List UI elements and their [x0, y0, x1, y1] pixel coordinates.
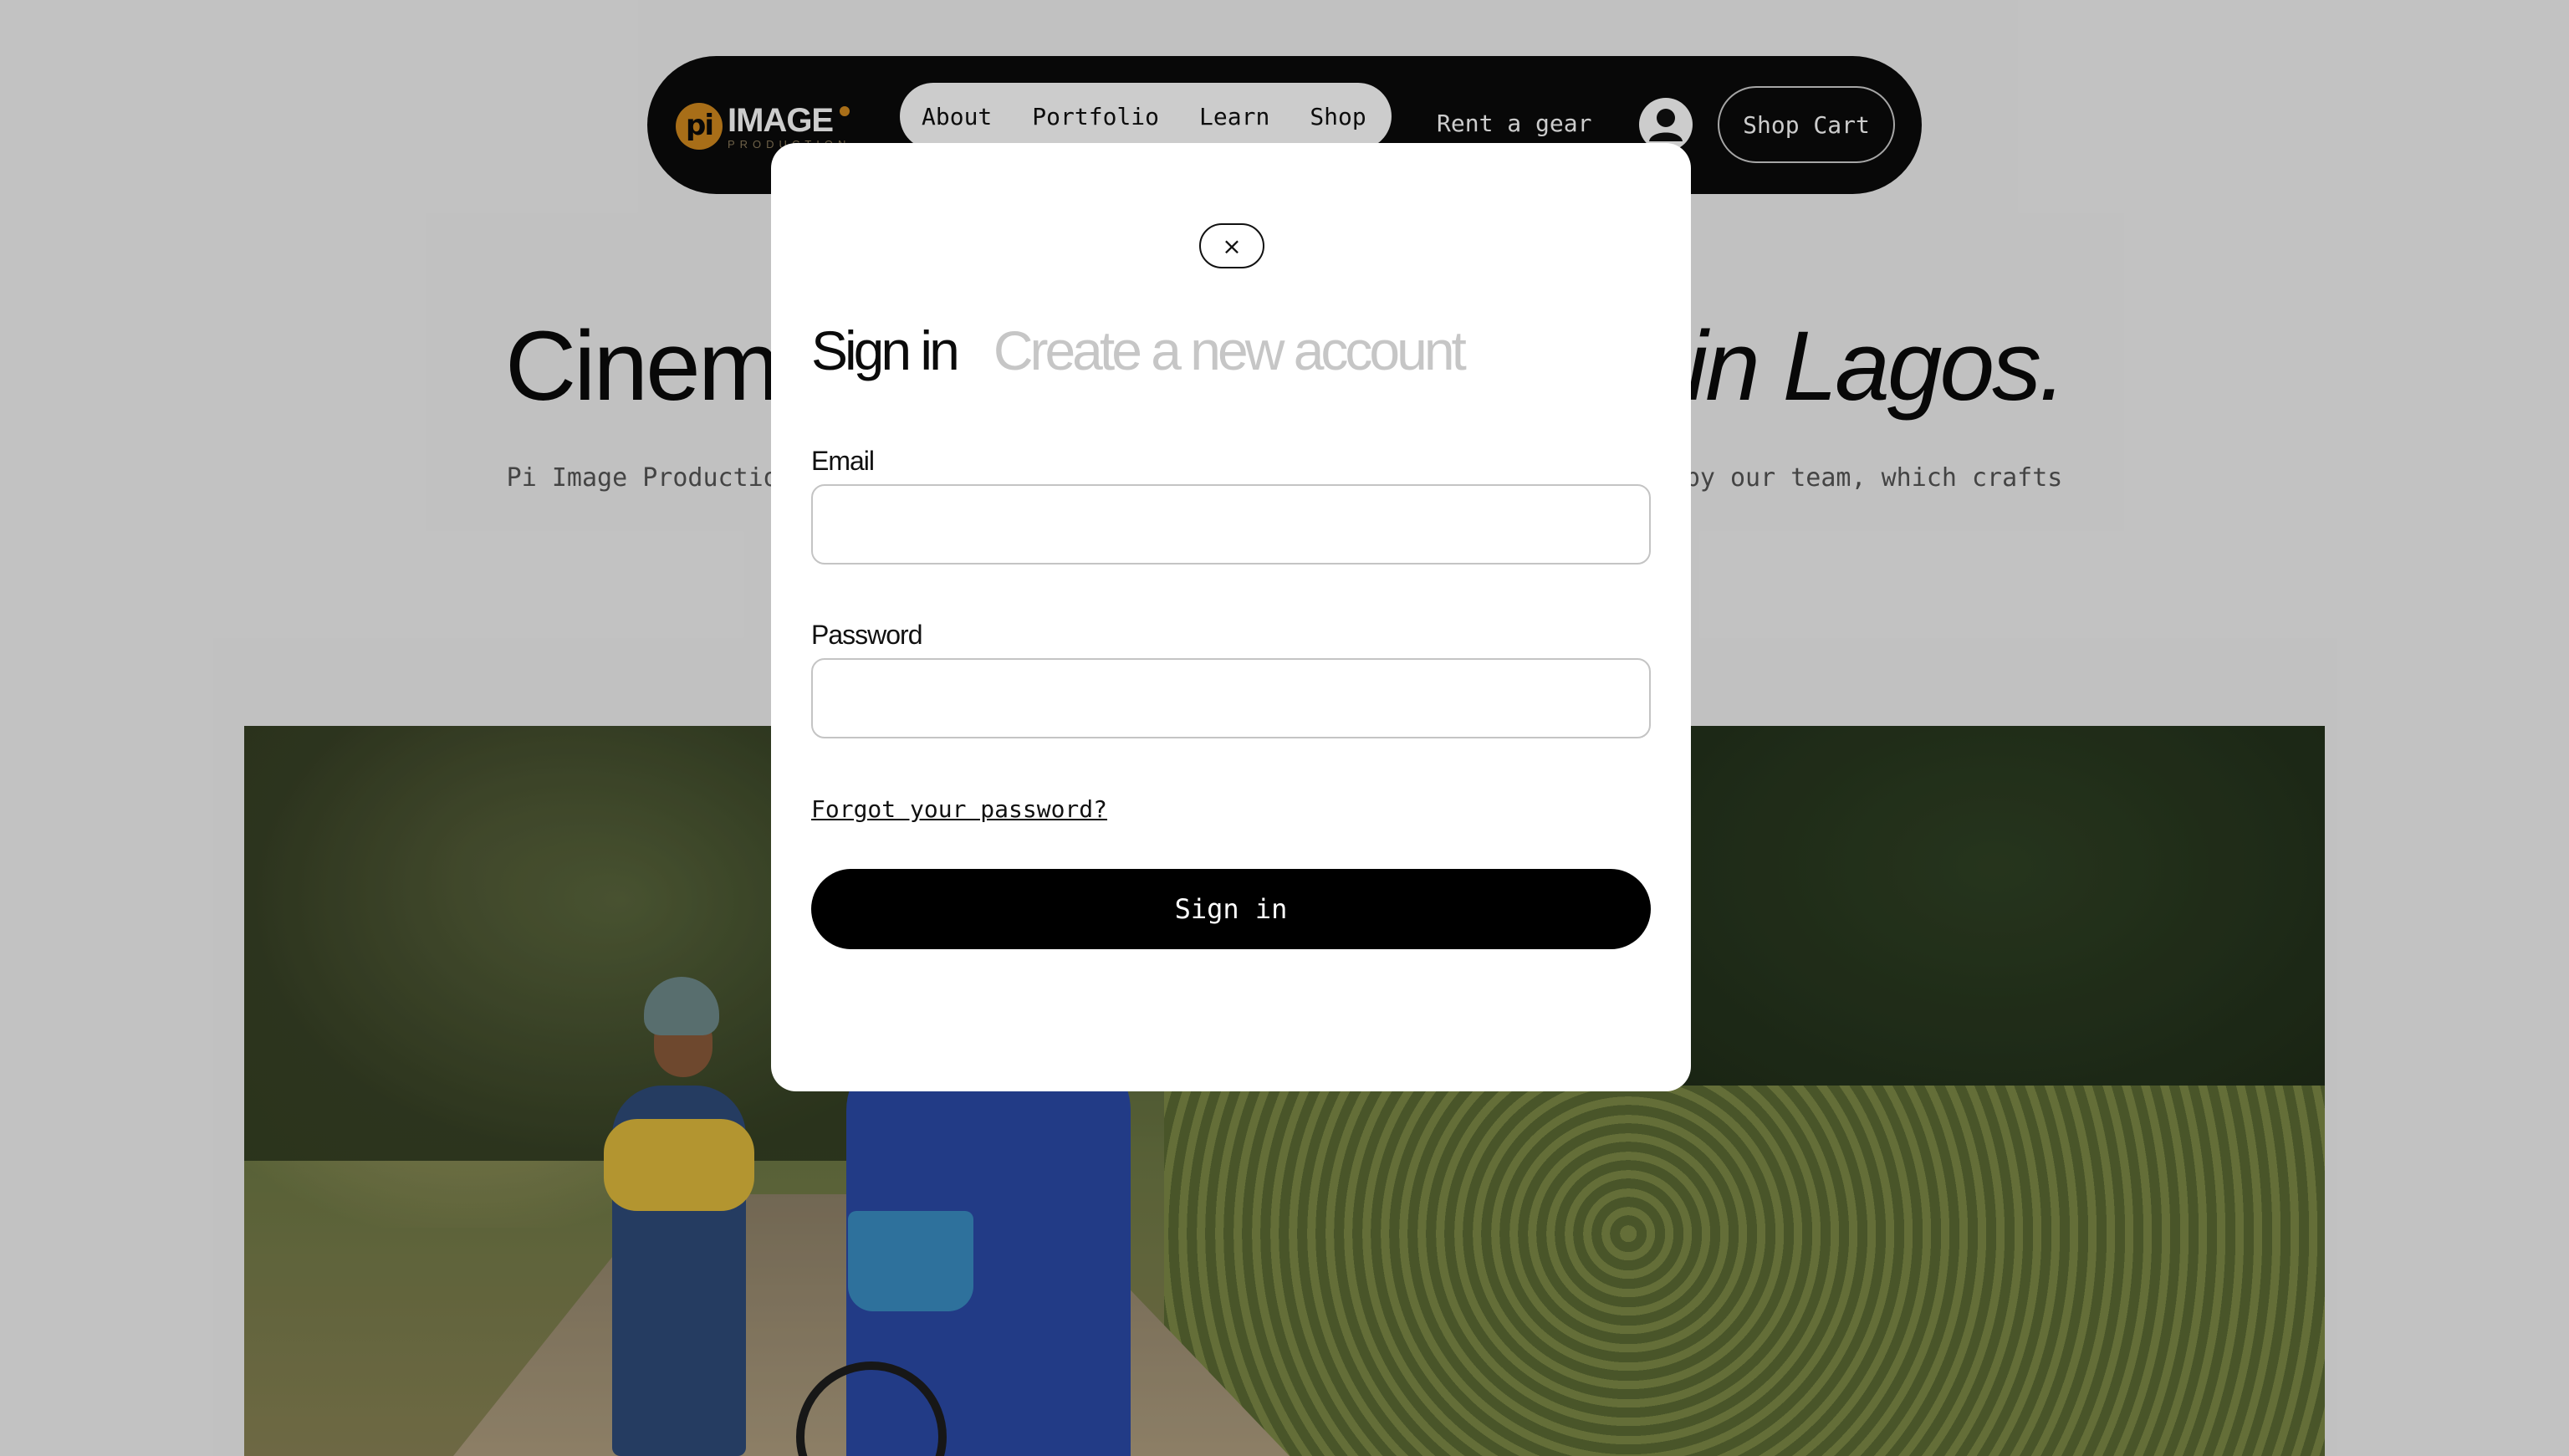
auth-tabs: Sign in Create a new account	[811, 319, 1500, 382]
close-icon: ×	[1222, 232, 1242, 260]
email-field[interactable]	[811, 484, 1651, 565]
tab-sign-in[interactable]: Sign in	[811, 319, 960, 382]
forgot-password-link[interactable]: Forgot your password?	[811, 795, 1107, 823]
close-button[interactable]: ×	[1199, 223, 1264, 268]
password-label: Password	[811, 620, 922, 650]
email-label: Email	[811, 446, 875, 476]
sign-in-button[interactable]: Sign in	[811, 869, 1651, 949]
page: pi IMAGE PRODUCTION About Portfolio Lear…	[0, 0, 2569, 1456]
password-field[interactable]	[811, 658, 1651, 738]
sign-in-modal: × Sign in Create a new account Email Pass…	[771, 143, 1691, 1091]
tab-create-account[interactable]: Create a new account	[993, 319, 1467, 382]
